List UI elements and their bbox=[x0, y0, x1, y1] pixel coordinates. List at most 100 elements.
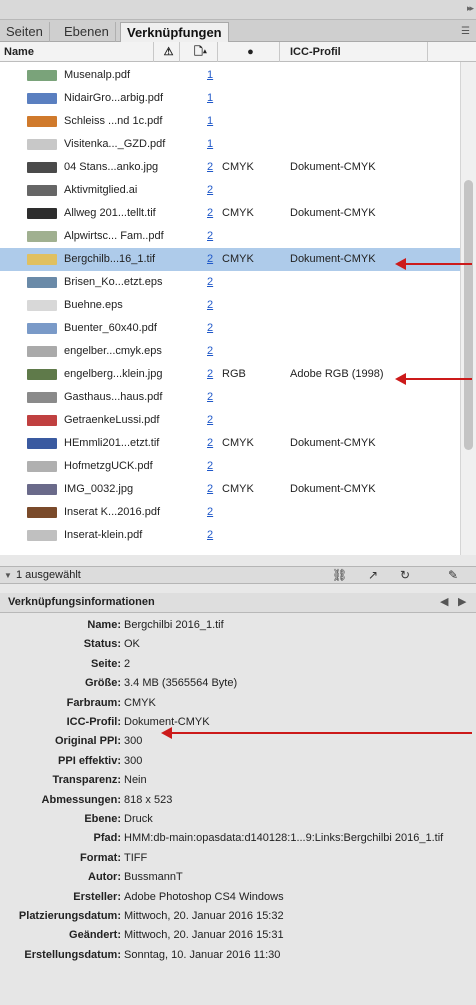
link-row[interactable]: Buehne.eps 2 bbox=[0, 294, 460, 317]
info-row: Platzierungsdatum: Mittwoch, 20. Januar 2… bbox=[0, 910, 476, 928]
link-page-number[interactable]: 2 bbox=[207, 271, 213, 294]
link-filename: engelberg...klein.jpg bbox=[64, 368, 163, 380]
update-link-icon[interactable]: ↻ bbox=[400, 568, 410, 582]
link-row[interactable]: Allweg 201...tellt.tif 2 CMYK Dokument-CMYK bbox=[0, 202, 460, 225]
link-page-number[interactable]: 2 bbox=[207, 386, 213, 409]
info-label: Pfad: bbox=[93, 832, 122, 845]
link-filename: Visitenka..._GZD.pdf bbox=[64, 138, 166, 150]
scrollbar-thumb[interactable] bbox=[464, 180, 473, 450]
link-filename: engelber...cmyk.eps bbox=[64, 345, 162, 357]
link-row[interactable]: engelber...cmyk.eps 2 bbox=[0, 340, 460, 363]
link-row[interactable]: HEmmli201...etzt.tif 2 CMYK Dokument-CMYK bbox=[0, 432, 460, 455]
info-row: Autor: BussmannT bbox=[0, 871, 476, 889]
color-space-icon[interactable]: ● bbox=[222, 42, 280, 62]
list-scrollbar[interactable] bbox=[460, 62, 476, 555]
link-thumbnail-icon bbox=[27, 369, 57, 380]
link-page-number[interactable]: 2 bbox=[207, 432, 213, 455]
tab-ebenen[interactable]: Ebenen bbox=[58, 22, 116, 42]
info-value: Mittwoch, 20. Januar 2016 15:31 bbox=[124, 929, 284, 942]
link-thumbnail-icon bbox=[27, 346, 57, 357]
link-row[interactable]: Inserat K...2016.pdf 2 bbox=[0, 501, 460, 524]
link-row[interactable]: Schleiss ...nd 1c.pdf 1 bbox=[0, 110, 460, 133]
goto-link-icon[interactable]: ↗ bbox=[368, 568, 378, 582]
link-row[interactable]: HofmetzgUCK.pdf 2 bbox=[0, 455, 460, 478]
link-thumbnail-icon bbox=[27, 530, 57, 541]
link-page-number[interactable]: 2 bbox=[207, 455, 213, 478]
link-row[interactable]: Brisen_Ko...etzt.eps 2 bbox=[0, 271, 460, 294]
relink-icon[interactable]: ⛓ bbox=[332, 568, 347, 582]
link-color-space: CMYK bbox=[222, 253, 254, 265]
nav-prev-icon[interactable]: ◀ bbox=[440, 595, 448, 608]
link-row[interactable]: IMG_0032.jpg 2 CMYK Dokument-CMYK bbox=[0, 478, 460, 501]
info-row: Ebene: Druck bbox=[0, 813, 476, 831]
warning-icon[interactable]: ⚠ bbox=[158, 42, 180, 62]
info-value: 818 x 523 bbox=[124, 793, 173, 806]
status-bar: ▼ 1 ausgewählt ⛓ ↗ ↻ ✎ bbox=[0, 566, 476, 584]
info-label: PPI effektiv: bbox=[58, 754, 121, 767]
info-label: Farbraum: bbox=[66, 696, 121, 709]
page-sort-icon[interactable]: 🗋▴ bbox=[184, 42, 218, 62]
link-thumbnail-icon bbox=[27, 162, 57, 173]
link-thumbnail-icon bbox=[27, 139, 57, 150]
info-value: BussmannT bbox=[124, 871, 183, 884]
link-page-number[interactable]: 2 bbox=[207, 248, 213, 271]
info-header: Verknüpfungsinformationen ◀ ▶ bbox=[0, 593, 476, 613]
link-page-number[interactable]: 2 bbox=[207, 363, 213, 386]
tab-verknuepfungen[interactable]: Verknüpfungen bbox=[120, 22, 229, 43]
selection-count: 1 ausgewählt bbox=[16, 569, 81, 581]
link-thumbnail-icon bbox=[27, 484, 57, 495]
link-filename: NidairGro...arbig.pdf bbox=[64, 92, 164, 104]
info-label: Platzierungsdatum: bbox=[18, 910, 121, 922]
panel-menu-icon[interactable]: ☰ bbox=[461, 26, 470, 37]
link-row[interactable]: Gasthaus...haus.pdf 2 bbox=[0, 386, 460, 409]
link-page-number[interactable]: 2 bbox=[207, 340, 213, 363]
link-page-number[interactable]: 1 bbox=[207, 64, 213, 87]
link-filename: HEmmli201...etzt.tif bbox=[64, 437, 160, 449]
link-page-number[interactable]: 2 bbox=[207, 179, 213, 202]
link-filename: 04 Stans...anko.jpg bbox=[64, 161, 159, 173]
link-page-number[interactable]: 2 bbox=[207, 478, 213, 501]
link-row[interactable]: GetraenkeLussi.pdf 2 bbox=[0, 409, 460, 432]
link-row[interactable]: Alpwirtsc... Fam..pdf 2 bbox=[0, 225, 460, 248]
link-page-number[interactable]: 1 bbox=[207, 133, 213, 156]
link-filename: Inserat-klein.pdf bbox=[64, 529, 143, 541]
info-row: Größe: 3.4 MB (3565564 Byte) bbox=[0, 677, 476, 695]
link-page-number[interactable]: 1 bbox=[207, 87, 213, 110]
link-row[interactable]: Inserat-klein.pdf 2 bbox=[0, 524, 460, 547]
link-page-number[interactable]: 1 bbox=[207, 110, 213, 133]
annotation-arrow bbox=[395, 258, 472, 270]
nav-next-icon[interactable]: ▶ bbox=[458, 595, 466, 608]
link-icc-profile: Dokument-CMYK bbox=[290, 253, 376, 265]
annotation-arrow bbox=[395, 373, 472, 385]
tab-seiten[interactable]: Seiten bbox=[0, 22, 50, 42]
link-row[interactable]: Bergchilb...16_1.tif 2 CMYK Dokument-CMYK bbox=[0, 248, 460, 271]
column-header: Name ⚠ 🗋▴ ● ICC-Profil bbox=[0, 42, 476, 62]
info-label: Seite: bbox=[91, 657, 121, 670]
edit-original-icon[interactable]: ✎ bbox=[448, 568, 458, 582]
link-page-number[interactable]: 2 bbox=[207, 294, 213, 317]
link-page-number[interactable]: 2 bbox=[207, 317, 213, 340]
info-label: Ersteller: bbox=[73, 890, 121, 903]
link-row[interactable]: engelberg...klein.jpg 2 RGB Adobe RGB (1998… bbox=[0, 363, 460, 386]
link-page-number[interactable]: 2 bbox=[207, 501, 213, 524]
link-row[interactable]: 04 Stans...anko.jpg 2 CMYK Dokument-CMYK bbox=[0, 156, 460, 179]
info-value: Nein bbox=[124, 774, 147, 787]
link-page-number[interactable]: 2 bbox=[207, 156, 213, 179]
link-page-number[interactable]: 2 bbox=[207, 202, 213, 225]
expand-triangle-icon[interactable]: ▼ bbox=[4, 571, 12, 580]
column-icc[interactable]: ICC-Profil bbox=[288, 42, 428, 62]
link-page-number[interactable]: 2 bbox=[207, 524, 213, 547]
link-thumbnail-icon bbox=[27, 277, 57, 288]
link-row[interactable]: Musenalp.pdf 1 bbox=[0, 64, 460, 87]
collapse-icon[interactable]: ▸▸ bbox=[467, 3, 474, 14]
link-row[interactable]: NidairGro...arbig.pdf 1 bbox=[0, 87, 460, 110]
link-row[interactable]: Aktivmitglied.ai 2 bbox=[0, 179, 460, 202]
column-name[interactable]: Name bbox=[4, 42, 154, 62]
link-thumbnail-icon bbox=[27, 461, 57, 472]
link-page-number[interactable]: 2 bbox=[207, 225, 213, 248]
link-row[interactable]: Buenter_60x40.pdf 2 bbox=[0, 317, 460, 340]
link-row[interactable]: Visitenka..._GZD.pdf 1 bbox=[0, 133, 460, 156]
info-title: Verknüpfungsinformationen bbox=[8, 596, 155, 608]
link-page-number[interactable]: 2 bbox=[207, 409, 213, 432]
annotation-arrow bbox=[161, 727, 472, 739]
